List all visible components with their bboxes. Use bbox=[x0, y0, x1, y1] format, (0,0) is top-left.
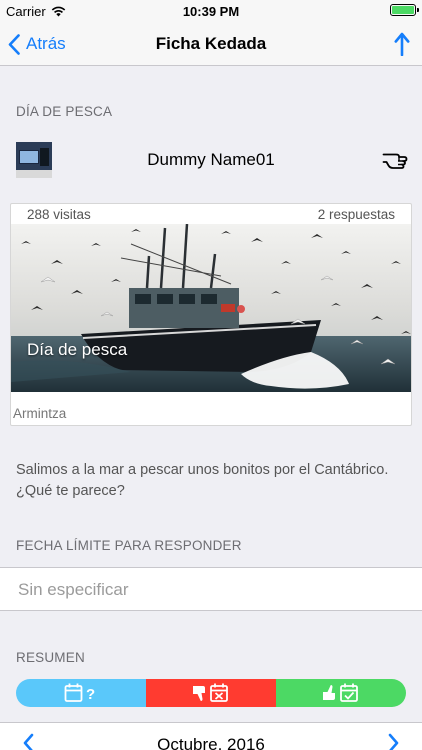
thumbs-down-calendar-icon bbox=[193, 683, 228, 702]
pending-responses-segment[interactable]: ? bbox=[16, 679, 146, 707]
calendar-month-label: Octubre, 2016 bbox=[157, 735, 265, 750]
status-bar: Carrier 10:39 PM bbox=[0, 0, 422, 22]
svg-text:?: ? bbox=[86, 686, 95, 703]
event-location: Armintza bbox=[13, 406, 67, 421]
pointing-hand-icon[interactable] bbox=[382, 146, 408, 177]
status-right bbox=[390, 4, 419, 16]
event-description: Salimos a la mar a pescar unos bonitos p… bbox=[16, 462, 389, 499]
calendar-header: Octubre, 2016 bbox=[0, 722, 422, 750]
author-name: Dummy Name01 bbox=[147, 150, 275, 169]
battery-icon bbox=[390, 4, 419, 16]
visits-count: 288 visitas bbox=[27, 207, 91, 222]
page-title: Ficha Kedada bbox=[155, 34, 267, 53]
calendar-question-icon: ? bbox=[64, 683, 95, 703]
replies-count: 2 respuestas bbox=[317, 207, 395, 222]
accepted-responses-segment[interactable] bbox=[276, 679, 406, 707]
deadline-section-header: FECHA LÍMITE PARA RESPONDER bbox=[16, 538, 242, 553]
status-time: 10:39 PM bbox=[182, 4, 240, 19]
event-photo bbox=[11, 224, 411, 392]
summary-section-header: RESUMEN bbox=[16, 650, 85, 665]
declined-responses-segment[interactable] bbox=[146, 679, 276, 707]
deadline-value: Sin especificar bbox=[18, 580, 129, 599]
event-card[interactable]: 288 visitas 2 respuestas Día de pesca Ar… bbox=[10, 203, 412, 426]
navigation-bar: Atrás Ficha Kedada bbox=[0, 22, 422, 66]
summary-bar: ? bbox=[16, 679, 406, 707]
event-section-header: DÍA DE PESCA bbox=[16, 104, 113, 119]
deadline-row[interactable]: Sin especificar bbox=[0, 567, 422, 611]
arrow-up-icon bbox=[394, 32, 410, 56]
author-row[interactable]: Dummy Name01 bbox=[0, 138, 422, 182]
share-button[interactable] bbox=[394, 22, 410, 66]
chevron-right-icon[interactable] bbox=[388, 733, 400, 750]
event-title: Día de pesca bbox=[27, 340, 128, 359]
thumbs-up-calendar-icon bbox=[323, 683, 358, 702]
card-stats: 288 visitas 2 respuestas bbox=[11, 205, 411, 224]
